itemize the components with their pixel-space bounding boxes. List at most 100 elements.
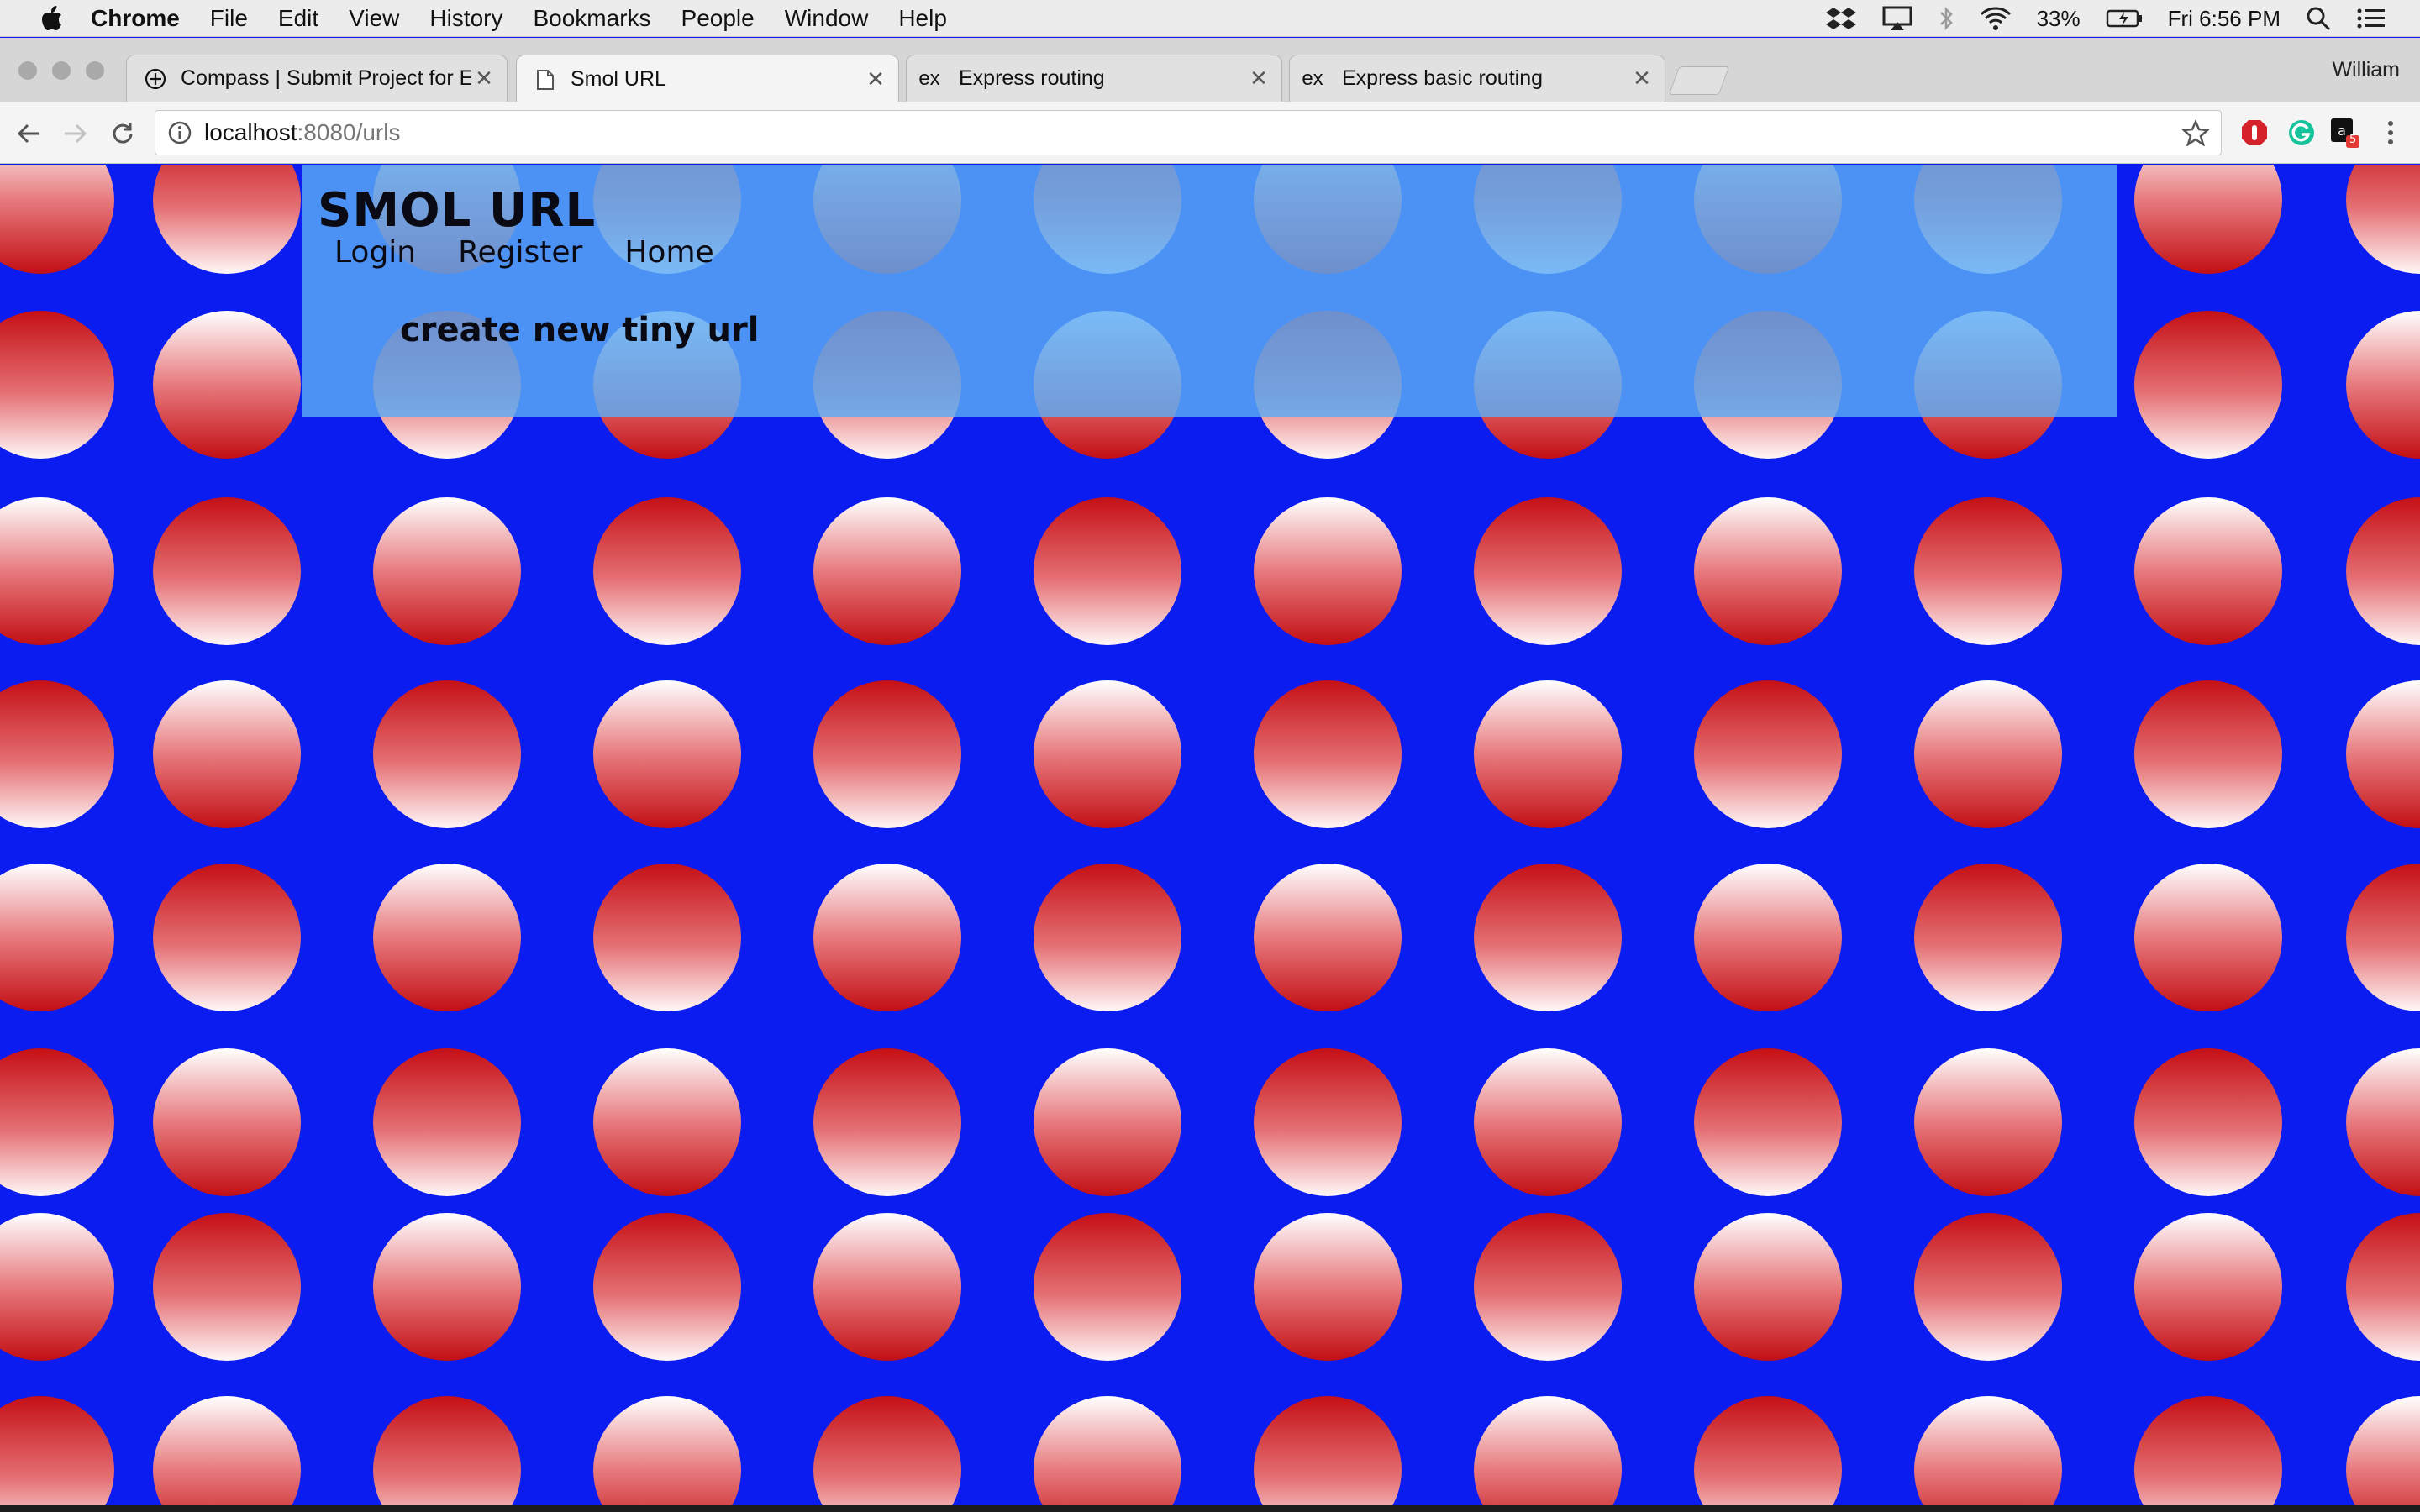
site-nav: Login Register Home <box>334 235 714 270</box>
site-info-icon[interactable] <box>167 120 192 145</box>
site-brand[interactable]: SMOL URL <box>318 183 596 238</box>
bookmark-star-icon[interactable] <box>2181 118 2210 152</box>
background-dot <box>813 1396 961 1505</box>
airplay-icon[interactable] <box>1882 0 1912 37</box>
macos-menu-bar: Chrome File Edit View History Bookmarks … <box>0 0 2420 37</box>
background-dot <box>2346 1048 2420 1196</box>
background-dot <box>153 680 301 828</box>
background-dot <box>1474 1396 1622 1505</box>
background-dot <box>0 311 114 459</box>
nav-home-link[interactable]: Home <box>624 235 713 270</box>
wifi-icon[interactable] <box>1980 0 2012 37</box>
forward-arrow-icon[interactable] <box>59 117 92 150</box>
tab-title: Compass | Submit Project for E <box>181 66 471 90</box>
menu-app-name[interactable]: Chrome <box>91 5 180 32</box>
adblock-extension-icon[interactable] <box>2238 117 2270 149</box>
express-ex-icon: ex <box>1302 66 1323 90</box>
menu-clock[interactable]: Fri 6:56 PM <box>2168 6 2281 32</box>
tab-close-icon[interactable]: ✕ <box>863 66 888 92</box>
background-dot <box>0 1048 114 1196</box>
background-dot <box>1034 864 1181 1011</box>
background-dot <box>1034 680 1181 828</box>
menu-view[interactable]: View <box>349 5 399 32</box>
background-dot <box>813 1213 961 1361</box>
new-tab-button[interactable] <box>1668 66 1730 95</box>
bluetooth-icon[interactable] <box>1938 0 1954 37</box>
menu-history[interactable]: History <box>429 5 502 32</box>
tab-compass[interactable]: Compass | Submit Project for E ✕ <box>126 55 508 102</box>
browser-tab-strip: Compass | Submit Project for E ✕ Smol UR… <box>0 38 2420 103</box>
page-viewport: SMOL URL Login Register Home create new … <box>0 165 2420 1505</box>
chrome-menu-icon[interactable] <box>2375 117 2407 149</box>
background-dot <box>1254 1048 1402 1196</box>
background-dot <box>1474 680 1622 828</box>
extension-badge-count: 5 <box>2349 134 2357 146</box>
svg-text:a: a <box>2338 123 2346 139</box>
apple-menu-icon[interactable] <box>34 0 71 37</box>
address-bar[interactable]: localhost:8080/urls <box>155 110 2222 155</box>
background-dot <box>2134 1396 2282 1505</box>
background-dot <box>2346 311 2420 459</box>
notification-center-icon[interactable] <box>2356 0 2386 37</box>
background-dot <box>1914 497 2062 645</box>
background-dot <box>373 1048 521 1196</box>
tab-title: Smol URL <box>571 67 666 91</box>
tab-close-icon[interactable]: ✕ <box>1629 66 1655 92</box>
background-dot <box>2346 1213 2420 1361</box>
background-dot <box>1254 864 1402 1011</box>
tab-title: Express basic routing <box>1342 66 1544 90</box>
back-arrow-icon[interactable] <box>12 117 45 150</box>
background-dot <box>1034 1213 1181 1361</box>
tab-express-basic-routing[interactable]: ex Express basic routing ✕ <box>1289 55 1665 102</box>
background-dot <box>153 165 301 274</box>
menu-edit[interactable]: Edit <box>278 5 318 32</box>
background-dot <box>0 680 114 828</box>
window-minimize-button[interactable] <box>52 61 71 80</box>
profile-name[interactable]: William <box>2332 58 2400 82</box>
menu-people[interactable]: People <box>681 5 755 32</box>
background-dot <box>1254 680 1402 828</box>
background-dot <box>0 1213 114 1361</box>
background-dot <box>2134 1213 2282 1361</box>
background-dot <box>153 1048 301 1196</box>
background-dot <box>2134 165 2282 274</box>
dropbox-icon[interactable] <box>1825 0 1857 37</box>
background-dot <box>373 497 521 645</box>
reload-icon[interactable] <box>106 117 139 150</box>
background-dot <box>2346 497 2420 645</box>
tab-express-routing[interactable]: ex Express routing ✕ <box>906 55 1282 102</box>
background-dot <box>2346 165 2420 274</box>
tab-smol-url[interactable]: Smol URL ✕ <box>516 55 899 103</box>
express-ex-icon: ex <box>918 66 940 90</box>
tab-close-icon[interactable]: ✕ <box>471 66 497 92</box>
background-dot <box>593 1396 741 1505</box>
grammarly-extension-icon[interactable] <box>2286 117 2317 149</box>
background-dot <box>2134 1048 2282 1196</box>
menu-extras: 33% Fri 6:56 PM <box>1825 0 2386 37</box>
window-bottom-edge <box>0 1505 2420 1512</box>
background-dot <box>153 1213 301 1361</box>
menu-file[interactable]: File <box>210 5 248 32</box>
menu-bookmarks[interactable]: Bookmarks <box>533 5 650 32</box>
background-dot <box>593 1048 741 1196</box>
nav-login-link[interactable]: Login <box>334 235 416 270</box>
create-new-tiny-url-link[interactable]: create new tiny url <box>400 311 759 349</box>
spotlight-search-icon[interactable] <box>2306 0 2331 37</box>
menu-help[interactable]: Help <box>898 5 947 32</box>
window-close-button[interactable] <box>18 61 37 80</box>
background-dot <box>1034 1396 1181 1505</box>
nav-register-link[interactable]: Register <box>458 235 582 270</box>
background-dot <box>153 1396 301 1505</box>
background-dot <box>1694 864 1842 1011</box>
background-dot <box>153 864 301 1011</box>
menu-window[interactable]: Window <box>785 5 869 32</box>
window-zoom-button[interactable] <box>86 61 104 80</box>
extension-badge-icon[interactable]: a 5 <box>2329 117 2361 149</box>
tab-close-icon[interactable]: ✕ <box>1246 66 1271 92</box>
background-dot <box>2134 680 2282 828</box>
background-dot <box>1034 497 1181 645</box>
background-dot <box>2134 311 2282 459</box>
background-dot <box>0 1396 114 1505</box>
battery-charging-icon[interactable] <box>2106 0 2143 37</box>
browser-toolbar: localhost:8080/urls a 5 <box>0 102 2420 164</box>
